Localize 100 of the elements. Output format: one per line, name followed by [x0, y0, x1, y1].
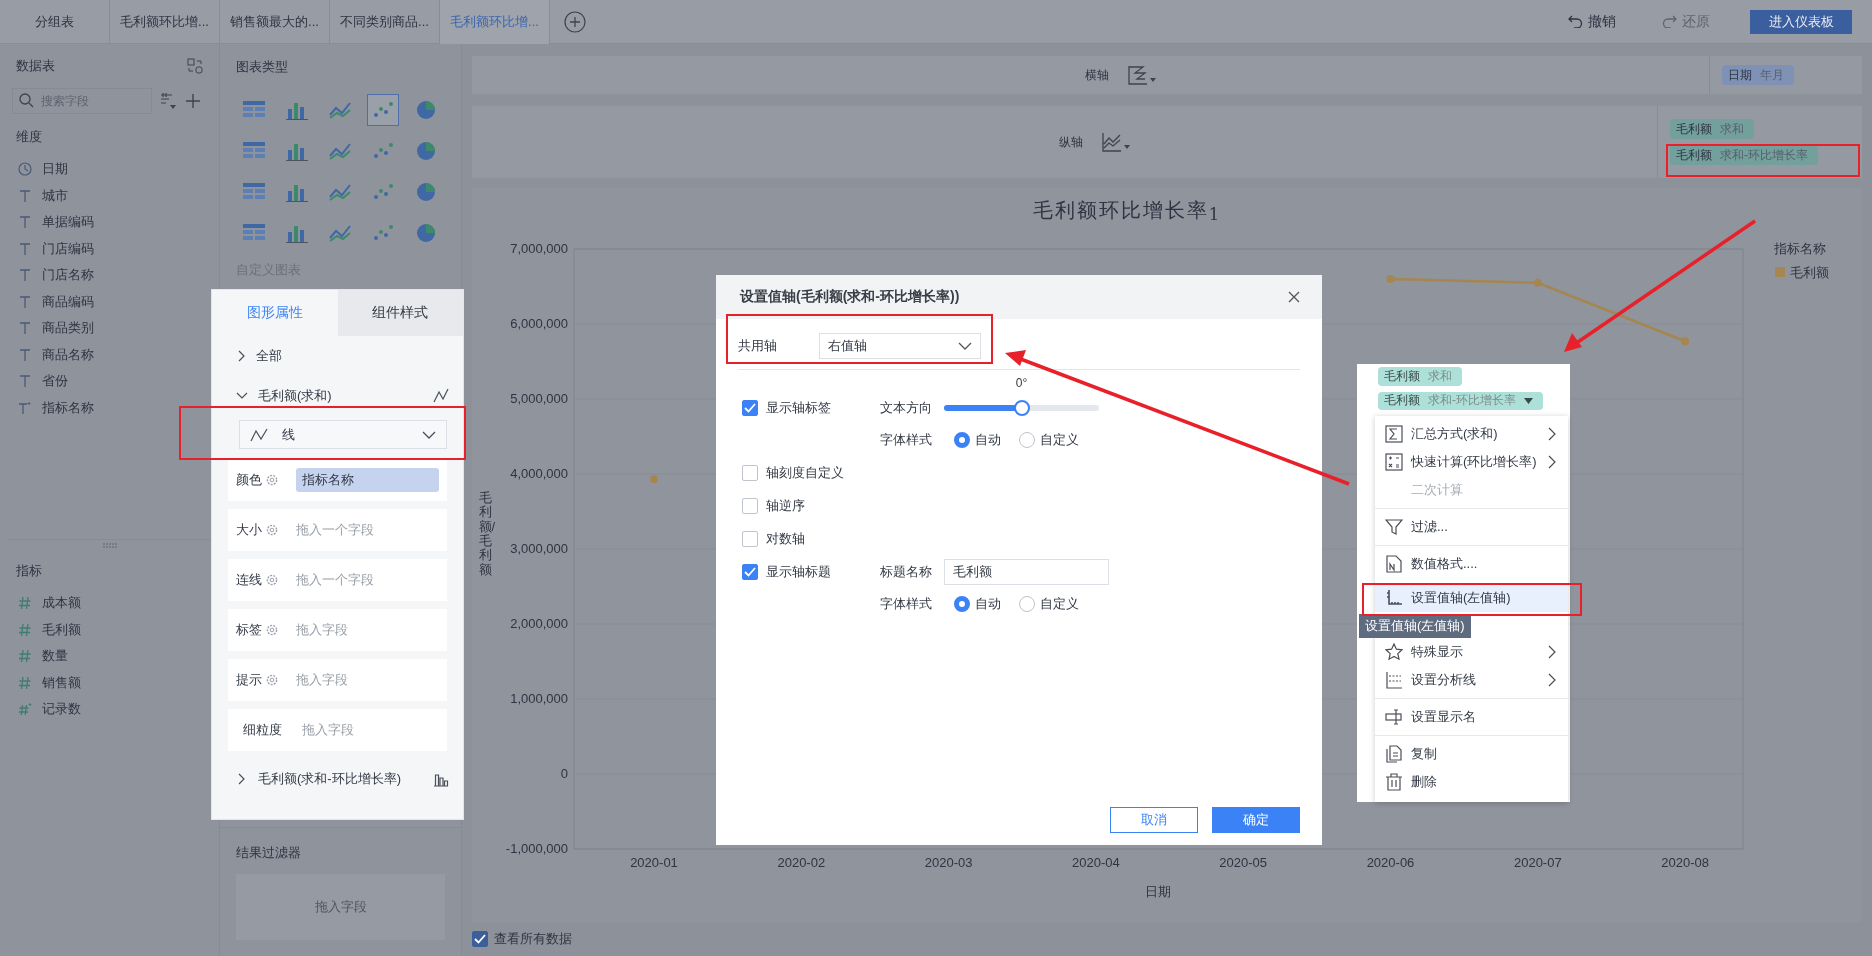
menu-item[interactable]: 删除 [1375, 768, 1568, 796]
checkbox[interactable] [742, 497, 758, 514]
axis-select[interactable]: 右值轴 [819, 333, 981, 359]
menu-item[interactable]: 过滤... [1375, 508, 1568, 541]
drop-placeholder[interactable]: 拖入字段 [296, 671, 348, 689]
menu-item[interactable]: 设置值轴(左值轴) [1375, 584, 1568, 612]
confirm-button[interactable]: 确定 [1212, 807, 1300, 833]
dashboard-button[interactable]: 进入仪表板 [1750, 9, 1852, 34]
settings-icon[interactable] [266, 574, 278, 586]
field-item[interactable]: 商品名称 [12, 341, 207, 368]
cancel-button[interactable]: 取消 [1110, 807, 1198, 833]
radio-option[interactable]: 自动 [954, 595, 1001, 613]
drop-placeholder[interactable]: 拖入字段 [296, 621, 348, 639]
data-point [1533, 278, 1542, 287]
settings-icon[interactable] [266, 674, 278, 686]
redo-icon [1662, 15, 1677, 28]
slider-thumb[interactable] [1013, 400, 1030, 416]
shape-select[interactable]: 线 [239, 420, 447, 449]
settings-icon[interactable] [266, 524, 278, 536]
checkbox[interactable] [742, 400, 758, 416]
settings-icon[interactable] [266, 474, 278, 486]
text-type-icon [18, 188, 32, 203]
field-pill[interactable]: 毛利额 求和 [1378, 367, 1462, 386]
checkbox[interactable] [742, 464, 758, 481]
field-pill[interactable]: 毛利额 求和-环比增长率 [1378, 391, 1543, 410]
field-item[interactable]: 门店编码 [12, 235, 207, 262]
field-item[interactable]: 日期 [12, 156, 207, 183]
text-type-icon [18, 347, 32, 362]
title-input[interactable]: 毛利额 [944, 558, 1109, 585]
field-item[interactable]: 省份 [12, 368, 207, 395]
menu-item[interactable]: 汇总方式(求和) [1375, 420, 1568, 448]
drop-zone[interactable]: 拖入字段 [236, 874, 445, 940]
chart-switch-icon[interactable] [1100, 132, 1131, 152]
field-label: 颜色 [236, 471, 262, 489]
switch-icon[interactable] [187, 58, 203, 74]
field-item[interactable]: 成本额 [12, 590, 207, 617]
field-item[interactable]: 商品类别 [12, 315, 207, 342]
field-item[interactable]: 城市 [12, 182, 207, 209]
tab[interactable]: 组件样式 [337, 290, 463, 336]
tab[interactable]: 毛利额环比增... [110, 0, 220, 44]
field-item[interactable]: 门店名称 [12, 262, 207, 289]
axis-icon [1385, 589, 1403, 607]
tab[interactable]: 销售额最大的... [220, 0, 330, 44]
sort-icon[interactable] [160, 92, 178, 110]
line-chart-icon [433, 388, 449, 404]
field-item[interactable]: 毛利额 [12, 616, 207, 643]
menu-item[interactable]: 设置分析线 [1375, 666, 1568, 694]
axis-label: 横轴 [1084, 66, 1109, 84]
legend-label: 毛利额 [1790, 265, 1829, 280]
field-label: 细粒度 [243, 721, 282, 739]
trash-icon [1385, 773, 1403, 791]
data-point [1386, 275, 1395, 283]
chevron-right-icon [1548, 455, 1556, 469]
section-header[interactable]: 全部 [212, 336, 463, 376]
chart-switch-icon[interactable] [1126, 65, 1157, 85]
tab[interactable]: 毛利额环比增... [440, 0, 550, 44]
menu-item[interactable]: 设置显示名 [1375, 698, 1568, 731]
radio-option[interactable]: 自动 [954, 431, 1001, 449]
line-chart-icon [250, 427, 268, 442]
drop-placeholder[interactable]: 拖入字段 [302, 721, 354, 739]
checkbox[interactable] [742, 563, 758, 580]
section-header[interactable]: 毛利额(求和-环比增长率) [212, 759, 463, 799]
field-label: 字体样式 [880, 595, 932, 613]
section-header[interactable]: 毛利额(求和) [212, 376, 463, 416]
checkbox-label: 轴刻度自定义 [766, 463, 844, 482]
field-item[interactable]: 数量 [12, 643, 207, 670]
dialog-title: 设置值轴(毛利额(求和-环比增长率)) [740, 288, 960, 306]
undo-button[interactable]: 撤销 [1562, 11, 1622, 32]
settings-icon[interactable] [266, 624, 278, 636]
field-item[interactable]: 指标名称 [12, 394, 207, 421]
checkbox[interactable] [472, 931, 488, 947]
close-icon[interactable] [1288, 291, 1300, 303]
radio-option[interactable]: 自定义 [1019, 595, 1079, 613]
document-icon [1385, 555, 1403, 573]
menu-item[interactable]: 数值格式.... [1375, 545, 1568, 578]
field-item[interactable]: 商品编码 [12, 288, 207, 315]
data-point [650, 475, 658, 484]
field-item[interactable]: 记录数 [12, 696, 207, 723]
field-label: 标签 [236, 621, 262, 639]
drag-handle-icon[interactable] [102, 543, 117, 548]
chart-type-icon[interactable] [367, 94, 399, 126]
checkbox[interactable] [742, 530, 758, 547]
menu-item[interactable]: 特殊显示 [1375, 638, 1568, 666]
add-tab-icon[interactable] [564, 10, 586, 33]
field-item[interactable]: 销售额 [12, 669, 207, 696]
field-label: 文本方向 [880, 399, 932, 417]
menu-item[interactable]: 复制 [1375, 735, 1568, 768]
menu-item[interactable]: 快速计算(环比增长率) [1375, 448, 1568, 476]
caret-icon[interactable] [1524, 397, 1533, 404]
hash-icon [18, 649, 32, 664]
tab[interactable]: 分组表 [0, 0, 110, 44]
field-pill[interactable]: 日期 年月 [1722, 65, 1794, 85]
radio-option[interactable]: 自定义 [1019, 431, 1079, 449]
add-icon[interactable] [186, 94, 200, 108]
field-chip[interactable]: 指标名称 [296, 468, 439, 492]
field-pill[interactable]: 毛利额 求和 [1670, 119, 1754, 139]
tick-label: 4,000,000 [510, 466, 568, 481]
section-title: 维度 [16, 128, 43, 146]
field-item[interactable]: 单据编码 [12, 209, 207, 236]
undo-icon [1568, 15, 1583, 28]
